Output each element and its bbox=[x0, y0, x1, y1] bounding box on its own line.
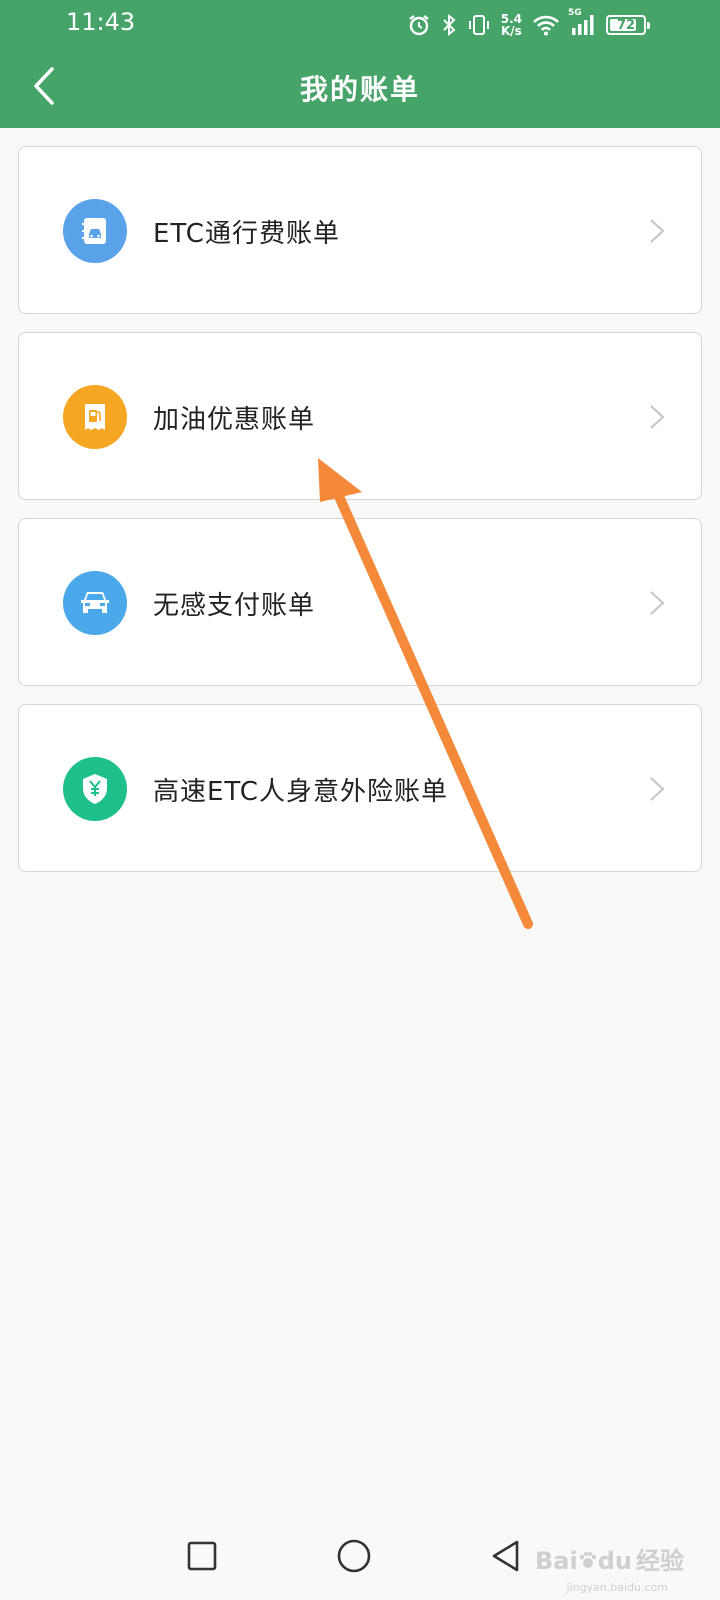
recent-apps-button[interactable] bbox=[178, 1532, 226, 1580]
system-nav-bar: Bai du 经验 jingyan.baidu.com bbox=[0, 1510, 720, 1600]
status-time: 11:43 bbox=[66, 8, 136, 36]
status-icons: 5.4 K/s 5G 72 bbox=[407, 8, 650, 40]
bill-item-accident-insurance[interactable]: 高速ETC人身意外险账单 bbox=[18, 704, 702, 872]
page-title: 我的账单 bbox=[299, 73, 420, 106]
chevron-right-icon bbox=[650, 777, 665, 801]
etc-card-icon bbox=[63, 199, 127, 263]
bill-item-label: 高速ETC人身意外险账单 bbox=[153, 777, 448, 807]
network-speed-unit: K/s bbox=[500, 24, 522, 38]
bill-item-contactless-pay[interactable]: 无感支付账单 bbox=[18, 518, 702, 686]
chevron-right-icon bbox=[650, 219, 665, 243]
bill-item-fuel-discount[interactable]: 加油优惠账单 bbox=[18, 332, 702, 500]
bill-list: ETC通行费账单 加油优惠账单 无感支付账单 高速ETC人身意外险账单 bbox=[18, 146, 702, 890]
chevron-right-icon bbox=[650, 591, 665, 615]
watermark-brand: Bai bbox=[535, 1547, 578, 1575]
fuel-pump-icon bbox=[63, 385, 127, 449]
alarm-icon bbox=[409, 15, 429, 36]
network-speed: 5.4 K/s bbox=[501, 13, 522, 37]
network-type: 5G bbox=[568, 8, 582, 18]
square-icon bbox=[187, 1541, 217, 1571]
battery-icon: 72 bbox=[606, 15, 650, 35]
circle-icon bbox=[337, 1539, 371, 1573]
paw-icon bbox=[579, 1552, 596, 1568]
watermark-url: jingyan.baidu.com bbox=[566, 1581, 668, 1594]
bill-item-label: ETC通行费账单 bbox=[153, 219, 340, 249]
car-icon bbox=[63, 571, 127, 635]
watermark-product: 经验 bbox=[636, 1547, 684, 1575]
wifi-icon bbox=[533, 15, 559, 36]
bluetooth-icon bbox=[443, 13, 456, 37]
battery-level: 72 bbox=[616, 17, 636, 33]
shield-yuan-icon bbox=[63, 757, 127, 821]
bill-item-label: 无感支付账单 bbox=[153, 591, 316, 621]
home-button[interactable] bbox=[330, 1532, 378, 1580]
bill-item-label: 加油优惠账单 bbox=[153, 405, 316, 435]
chevron-right-icon bbox=[650, 405, 665, 429]
app-header: 11:43 5.4 K/s 5G 72 我的账单 bbox=[0, 0, 720, 128]
back-nav-button[interactable] bbox=[482, 1532, 530, 1580]
bill-item-etc-toll[interactable]: ETC通行费账单 bbox=[18, 146, 702, 314]
cellular-signal: 5G bbox=[568, 8, 596, 36]
watermark: Bai du 经验 bbox=[535, 1541, 684, 1576]
triangle-back-icon bbox=[492, 1540, 519, 1572]
watermark-brand-suffix: du bbox=[597, 1547, 632, 1575]
vibrate-icon bbox=[468, 15, 489, 35]
